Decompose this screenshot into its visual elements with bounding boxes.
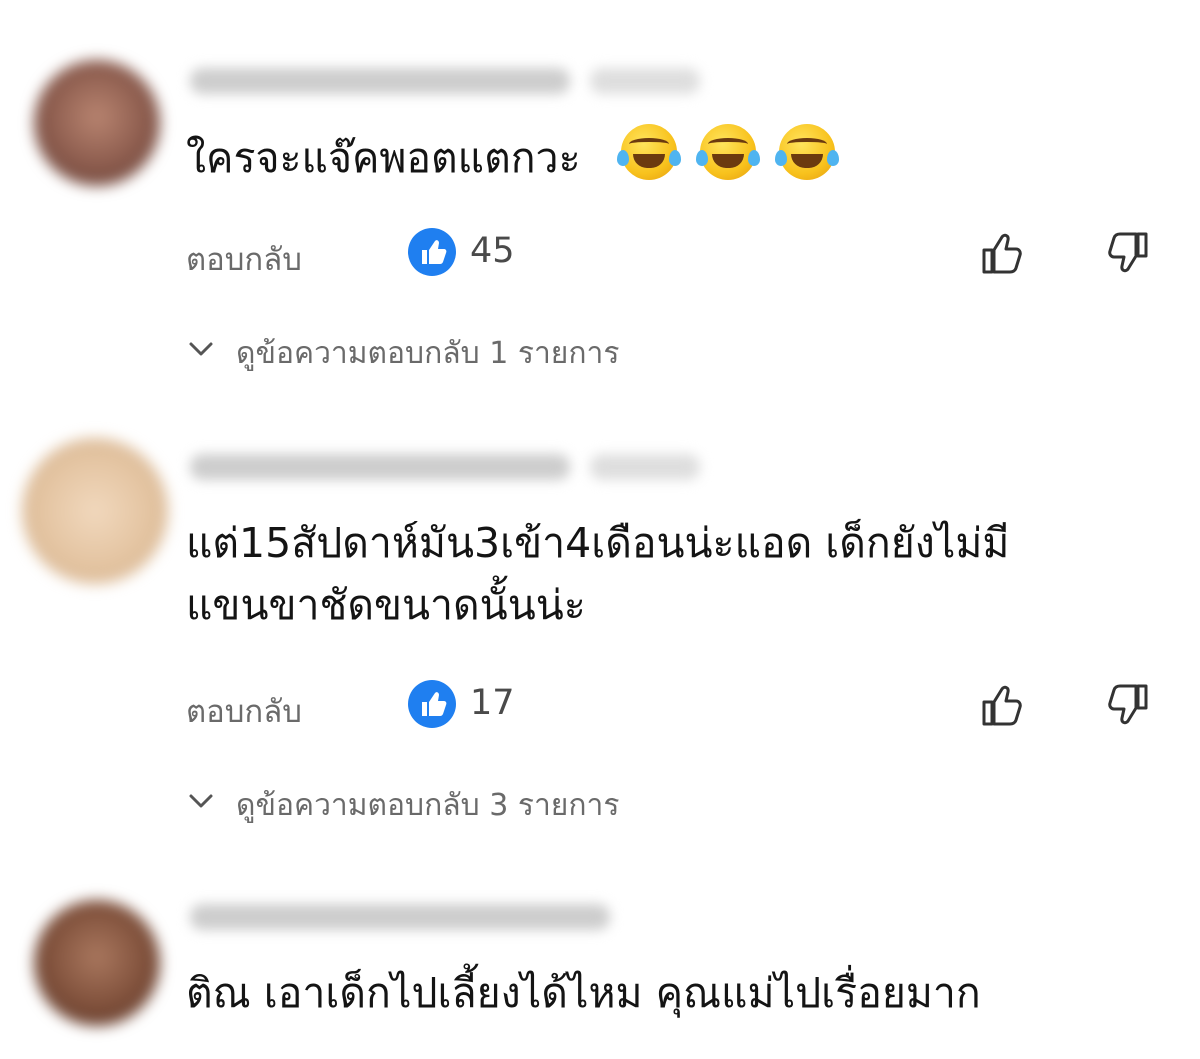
dislike-button[interactable] [1102,680,1152,730]
like-count: 17 [470,683,515,723]
comment-actions: ตอบกลับ 45 [186,228,1156,278]
thumbs-up-icon [982,685,1022,726]
timestamp-blurred [590,454,700,480]
view-replies-label: ดูข้อความตอบกลับ 3 รายการ [236,788,620,823]
chevron-down-icon [189,794,213,808]
comment-text-line-2: แขนขาชัดขนาดนั้นน่ะ [186,581,586,629]
view-replies-button[interactable]: ดูข้อความตอบกลับ 3 รายการ [186,782,786,823]
rolling-on-floor-laughing-icon [616,124,681,180]
dislike-button[interactable] [1102,228,1152,278]
avatar[interactable] [22,438,168,584]
comment-2: แต่15สัปดาห์มัน3เข้า4เดือนน่ะแอด เด็กยัง… [0,420,1200,880]
comment-text: ใครจะแจ๊คพอตแตกวะ [186,124,845,189]
thumbs-up-icon [982,233,1022,274]
thumbs-down-icon [1108,232,1148,273]
thumbs-down-icon [1108,684,1148,725]
rolling-on-floor-laughing-icon [695,124,760,180]
rolling-on-floor-laughing-icon [774,124,839,180]
author-name-blurred[interactable] [190,454,570,480]
reply-button[interactable]: ตอบกลับ [186,686,302,736]
chevron-down-icon [189,342,213,356]
like-badge-icon [408,680,456,728]
avatar[interactable] [34,900,160,1026]
avatar[interactable] [34,60,160,186]
comment-text-body: ติณ เอาเด็กไปเลี้ยงได้ไหม คุณแม่ไปเรื่อย… [186,969,981,1017]
view-replies-label: ดูข้อความตอบกลับ 1 รายการ [236,336,620,371]
timestamp-blurred [590,68,700,94]
like-button[interactable] [978,228,1028,278]
comment-text-body: ใครจะแจ๊คพอตแตกวะ [186,134,581,182]
comment-text-line-1: แต่15สัปดาห์มัน3เข้า4เดือนน่ะแอด เด็กยัง… [186,519,1010,567]
view-replies-button[interactable]: ดูข้อความตอบกลับ 1 รายการ [186,330,786,371]
like-badge-icon [408,228,456,276]
comment-text: แต่15สัปดาห์มัน3เข้า4เดือนน่ะแอด เด็กยัง… [186,512,1009,636]
comment-text: ติณ เอาเด็กไปเลี้ยงได้ไหม คุณแม่ไปเรื่อย… [186,962,981,1024]
author-name-blurred[interactable] [190,904,610,930]
comment-3: ติณ เอาเด็กไปเลี้ยงได้ไหม คุณแม่ไปเรื่อย… [0,880,1200,1059]
reply-button[interactable]: ตอบกลับ [186,234,302,284]
like-button[interactable] [978,680,1028,730]
author-name-blurred[interactable] [190,68,570,94]
like-count: 45 [470,231,515,271]
comment-actions: ตอบกลับ 17 [186,680,1156,730]
comment-1: ใครจะแจ๊คพอตแตกวะ ตอบกลับ 45 ดูข้อความตอ… [0,0,1200,420]
